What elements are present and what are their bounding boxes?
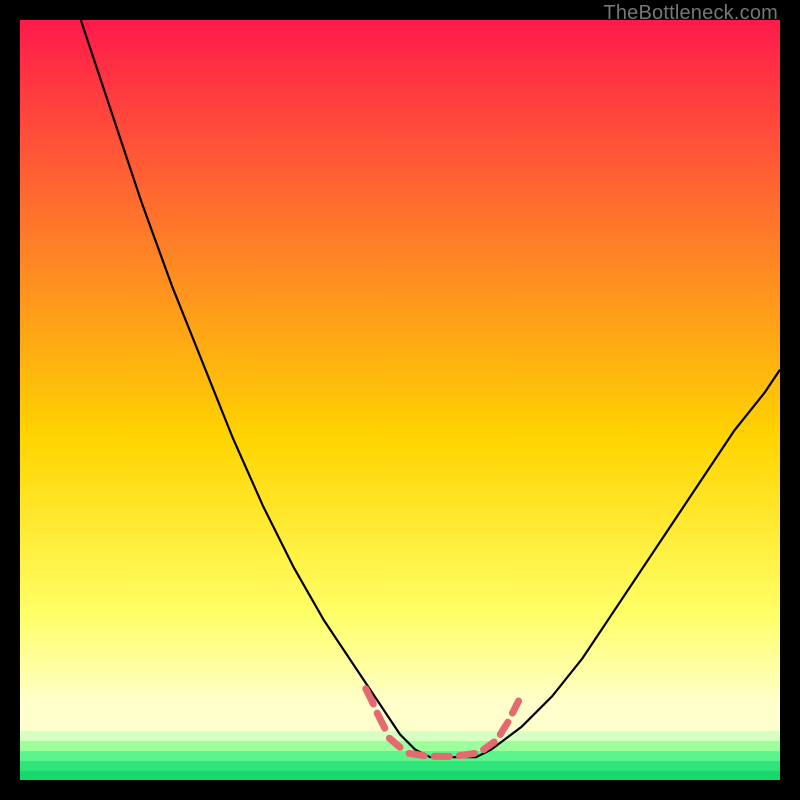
plot-area	[20, 20, 780, 780]
dash-segment	[513, 701, 519, 713]
bottleneck-curve	[20, 20, 780, 780]
dash-segment	[500, 722, 508, 734]
watermark-text: TheBottleneck.com	[603, 2, 778, 25]
dash-segment	[409, 753, 424, 755]
chart-frame: TheBottleneck.com	[0, 0, 800, 800]
dash-segment	[389, 738, 400, 747]
dash-segment	[377, 713, 385, 728]
dash-segment	[459, 753, 474, 755]
